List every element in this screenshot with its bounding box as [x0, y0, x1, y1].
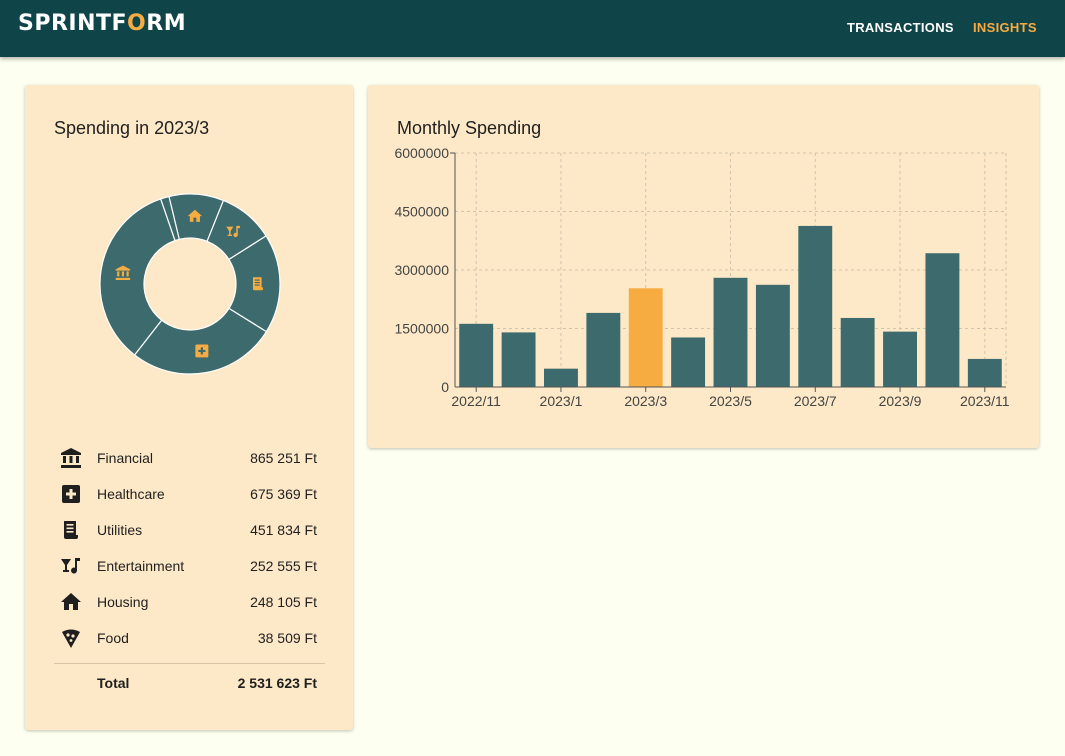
bar-2023-7[interactable]: [798, 225, 833, 387]
bar-2023-2[interactable]: [586, 312, 621, 387]
total-value: 2 531 623 Ft: [237, 675, 317, 691]
y-tick-label: 0: [441, 379, 449, 395]
spending-card: Spending in 2023/3 Financial 865 251 Ft …: [25, 85, 353, 730]
bank-icon: [59, 446, 83, 470]
legend-item[interactable]: Entertainment 252 555 Ft: [59, 554, 317, 578]
legend-name: Healthcare: [97, 486, 165, 502]
y-tick-label: 4500000: [394, 204, 449, 220]
total-row: Total 2 531 623 Ft: [97, 675, 317, 691]
legend-item[interactable]: Utilities 451 834 Ft: [59, 518, 317, 542]
logo[interactable]: SPRINTFORM: [18, 11, 186, 36]
receipt-icon: [59, 518, 83, 542]
x-tick-label: 2022/11: [451, 393, 501, 409]
legend-name: Food: [97, 630, 129, 646]
cocktail-music-icon: [59, 554, 83, 578]
bar-2023-9[interactable]: [883, 331, 917, 387]
legend-name: Utilities: [97, 522, 143, 538]
bar-2023-11[interactable]: [967, 358, 1002, 387]
monthly-spending-card: Monthly Spending 0 1500000 3000000 4500000 6…: [368, 85, 1039, 448]
monthly-bar-chart: 0 1500000 3000000 4500000 6000000 2022/11 2023…: [394, 145, 1010, 409]
y-tick-label: 3000000: [394, 262, 449, 278]
legend-value: 252 555 Ft: [250, 558, 317, 574]
x-tick-label: 2023/3: [624, 393, 667, 409]
legend-name: Financial: [97, 450, 154, 466]
nav-transactions[interactable]: TRANSACTIONS: [847, 20, 954, 35]
x-tick-label: 2023/7: [794, 393, 837, 409]
house-icon: [59, 590, 83, 614]
legend-value: 675 369 Ft: [250, 486, 317, 502]
bar-2022-12[interactable]: [501, 332, 536, 387]
legend-item[interactable]: Food 38 509 Ft: [59, 626, 317, 650]
bar-2023-10[interactable]: [925, 253, 960, 387]
donut-svg: [99, 193, 281, 375]
bar-2023-6[interactable]: [755, 284, 790, 387]
legend-value: 248 105 Ft: [250, 594, 317, 610]
legend-value: 865 251 Ft: [250, 450, 317, 466]
x-tick-label: 2023/9: [879, 393, 922, 409]
legend-value: 38 509 Ft: [257, 630, 317, 646]
bar-2023-5[interactable]: [713, 277, 748, 387]
bar-2023-1[interactable]: [544, 368, 578, 387]
x-tick-label: 2023/1: [540, 393, 583, 409]
spending-title: Spending in 2023/3: [54, 118, 210, 138]
legend-divider: [54, 663, 325, 664]
spending-donut-chart: [99, 193, 281, 375]
x-tick-label: 2023/5: [709, 393, 752, 409]
legend-name: Housing: [97, 594, 149, 610]
bar-2023-8[interactable]: [840, 317, 875, 387]
bar-2022-11[interactable]: [459, 323, 494, 387]
y-tick-label: 6000000: [394, 145, 449, 161]
pizza-icon: [59, 626, 83, 650]
bar-2023-3[interactable]: [628, 288, 663, 387]
legend-value: 451 834 Ft: [250, 522, 317, 538]
total-label: Total: [97, 675, 130, 691]
app-bar: SPRINTFORM TRANSACTIONS INSIGHTS: [0, 0, 1065, 57]
receipt-icon: [252, 277, 264, 291]
legend-name: Entertainment: [97, 558, 185, 574]
legend-item[interactable]: Financial 865 251 Ft: [59, 446, 317, 470]
x-tick-label: 2023/11: [960, 393, 1010, 409]
legend-item[interactable]: Housing 248 105 Ft: [59, 590, 317, 614]
nav-insights[interactable]: INSIGHTS: [973, 20, 1037, 35]
bar-2023-4[interactable]: [671, 337, 706, 387]
legend-item[interactable]: Healthcare 675 369 Ft: [59, 482, 317, 506]
y-tick-label: 1500000: [394, 321, 449, 337]
medical-icon: [59, 482, 83, 506]
